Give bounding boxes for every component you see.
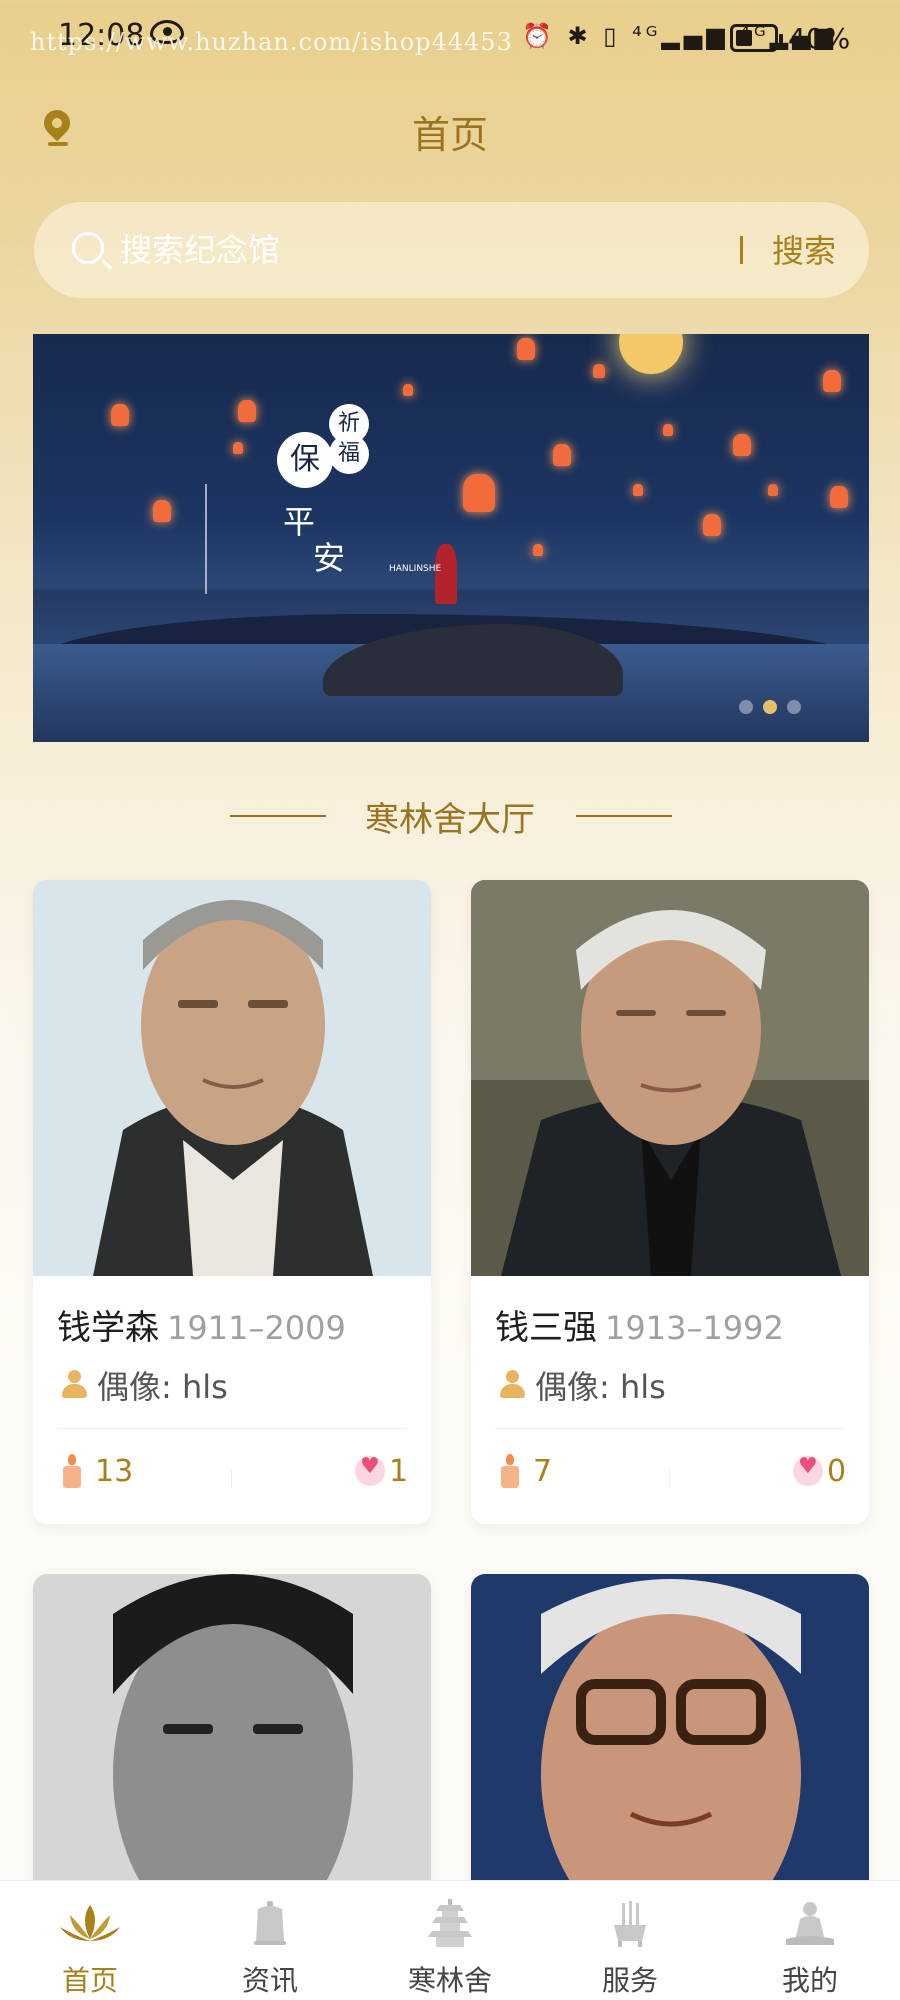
portrait-photo bbox=[33, 880, 431, 1276]
banner-carousel[interactable]: 保 祈 福 平 安 HANLINSHE bbox=[33, 334, 869, 742]
carousel-dot-active[interactable] bbox=[763, 700, 777, 714]
memorial-card[interactable]: 钱三强1913–1992 偶像: hls 7 0 bbox=[471, 880, 869, 1524]
idol-label: 偶像: hls bbox=[97, 1368, 228, 1406]
tab-service[interactable]: 服务 bbox=[540, 1881, 720, 2000]
lantern-icon bbox=[111, 404, 129, 426]
tab-label: 寒林舍 bbox=[407, 1964, 492, 1997]
banner-char-bao: 保 bbox=[277, 432, 333, 488]
banner-pingan: 平 安 bbox=[283, 504, 345, 576]
lantern-icon bbox=[633, 484, 643, 496]
lotus-icon bbox=[60, 1905, 120, 1941]
girl-illustration bbox=[435, 544, 457, 604]
tab-news[interactable]: 资讯 bbox=[180, 1881, 360, 2000]
lantern-icon bbox=[533, 544, 543, 556]
banner-brand: HANLINSHE bbox=[389, 564, 442, 574]
user-icon bbox=[499, 1370, 525, 1400]
tab-mine[interactable]: 我的 bbox=[720, 1881, 900, 2000]
candle-count: 13 bbox=[95, 1454, 134, 1489]
banner-char-ping: 平 bbox=[283, 503, 316, 541]
search-button[interactable]: 搜索 bbox=[772, 226, 836, 272]
divider bbox=[57, 1428, 407, 1429]
decorative-line bbox=[205, 484, 207, 594]
search-bar: 搜索 bbox=[34, 202, 869, 298]
section-title: 寒林舍大厅 bbox=[365, 800, 535, 840]
tab-hanlinshe[interactable]: 寒林舍 bbox=[360, 1881, 540, 2000]
tab-label: 资讯 bbox=[241, 1964, 298, 1997]
lantern-icon bbox=[733, 434, 751, 456]
lantern-icon bbox=[553, 444, 571, 466]
status-bar: 12:08 https://www.huzhan.com/ishop44453 … bbox=[0, 0, 900, 80]
person-name: 钱学森 bbox=[57, 1308, 159, 1348]
flower-count: 1 bbox=[389, 1454, 409, 1489]
portrait-photo bbox=[471, 1574, 869, 1904]
candle-icon[interactable] bbox=[63, 1454, 81, 1488]
tab-label: 我的 bbox=[781, 1964, 838, 1997]
bottom-tab-bar: 首页 资讯 寒林舍 服务 我的 bbox=[0, 1880, 900, 2000]
moon-illustration bbox=[619, 334, 683, 374]
search-icon bbox=[72, 232, 104, 264]
user-icon bbox=[61, 1370, 87, 1400]
divider bbox=[231, 1470, 232, 1488]
lantern-icon bbox=[238, 400, 256, 422]
search-divider bbox=[740, 236, 743, 264]
candle-count: 7 bbox=[533, 1454, 553, 1489]
buddha-icon bbox=[786, 1902, 834, 1945]
banner-char-fu: 福 bbox=[329, 434, 369, 474]
lantern-icon bbox=[153, 500, 171, 522]
lantern-icon bbox=[233, 442, 243, 454]
carousel-dot[interactable] bbox=[787, 700, 801, 714]
lantern-icon bbox=[663, 424, 673, 436]
battery-icon bbox=[730, 24, 783, 52]
person-years: 1913–1992 bbox=[605, 1309, 784, 1347]
memorial-card[interactable] bbox=[471, 1574, 869, 1904]
person-name: 钱三强 bbox=[495, 1308, 597, 1348]
incense-burner-icon bbox=[614, 1901, 646, 1947]
lantern-icon bbox=[593, 364, 605, 378]
lantern-icon bbox=[703, 514, 721, 536]
flower-heart-icon[interactable] bbox=[793, 1454, 823, 1486]
divider bbox=[669, 1470, 670, 1488]
lantern-icon bbox=[823, 370, 841, 392]
tab-home[interactable]: 首页 bbox=[0, 1881, 180, 2000]
portrait-photo bbox=[471, 880, 869, 1276]
card-name-row: 钱三强 1913–1992 bbox=[495, 1300, 784, 1349]
battery-percent: 40% bbox=[788, 22, 851, 55]
carousel-dot[interactable] bbox=[739, 700, 753, 714]
flower-heart-icon[interactable] bbox=[355, 1454, 385, 1486]
idol-label: 偶像: hls bbox=[535, 1368, 666, 1406]
page-title: 首页 bbox=[411, 113, 488, 157]
bell-icon bbox=[254, 1901, 286, 1945]
lantern-icon bbox=[830, 486, 848, 508]
lantern-icon bbox=[463, 474, 495, 512]
search-input[interactable] bbox=[120, 222, 620, 278]
person-years: 1911–2009 bbox=[167, 1309, 346, 1347]
memorial-card[interactable]: 钱学森1911–2009 偶像: hls 13 1 bbox=[33, 880, 431, 1524]
candle-icon[interactable] bbox=[501, 1454, 519, 1488]
lantern-icon bbox=[517, 338, 535, 360]
banner-char-an: 安 bbox=[313, 539, 346, 577]
flower-count: 0 bbox=[827, 1454, 847, 1489]
divider bbox=[495, 1428, 845, 1429]
lantern-icon bbox=[768, 484, 778, 496]
lantern-icon bbox=[403, 384, 413, 396]
portrait-photo bbox=[33, 1574, 431, 1904]
watermark-url: https://www.huzhan.com/ishop44453 bbox=[30, 28, 513, 56]
section-line-right bbox=[576, 815, 672, 817]
pagoda-icon bbox=[428, 1899, 472, 1947]
memorial-card[interactable] bbox=[33, 1574, 431, 1904]
card-name-row: 钱学森 1911–2009 bbox=[57, 1300, 346, 1349]
tab-label: 服务 bbox=[601, 1964, 658, 1997]
tab-label: 首页 bbox=[61, 1964, 118, 1997]
